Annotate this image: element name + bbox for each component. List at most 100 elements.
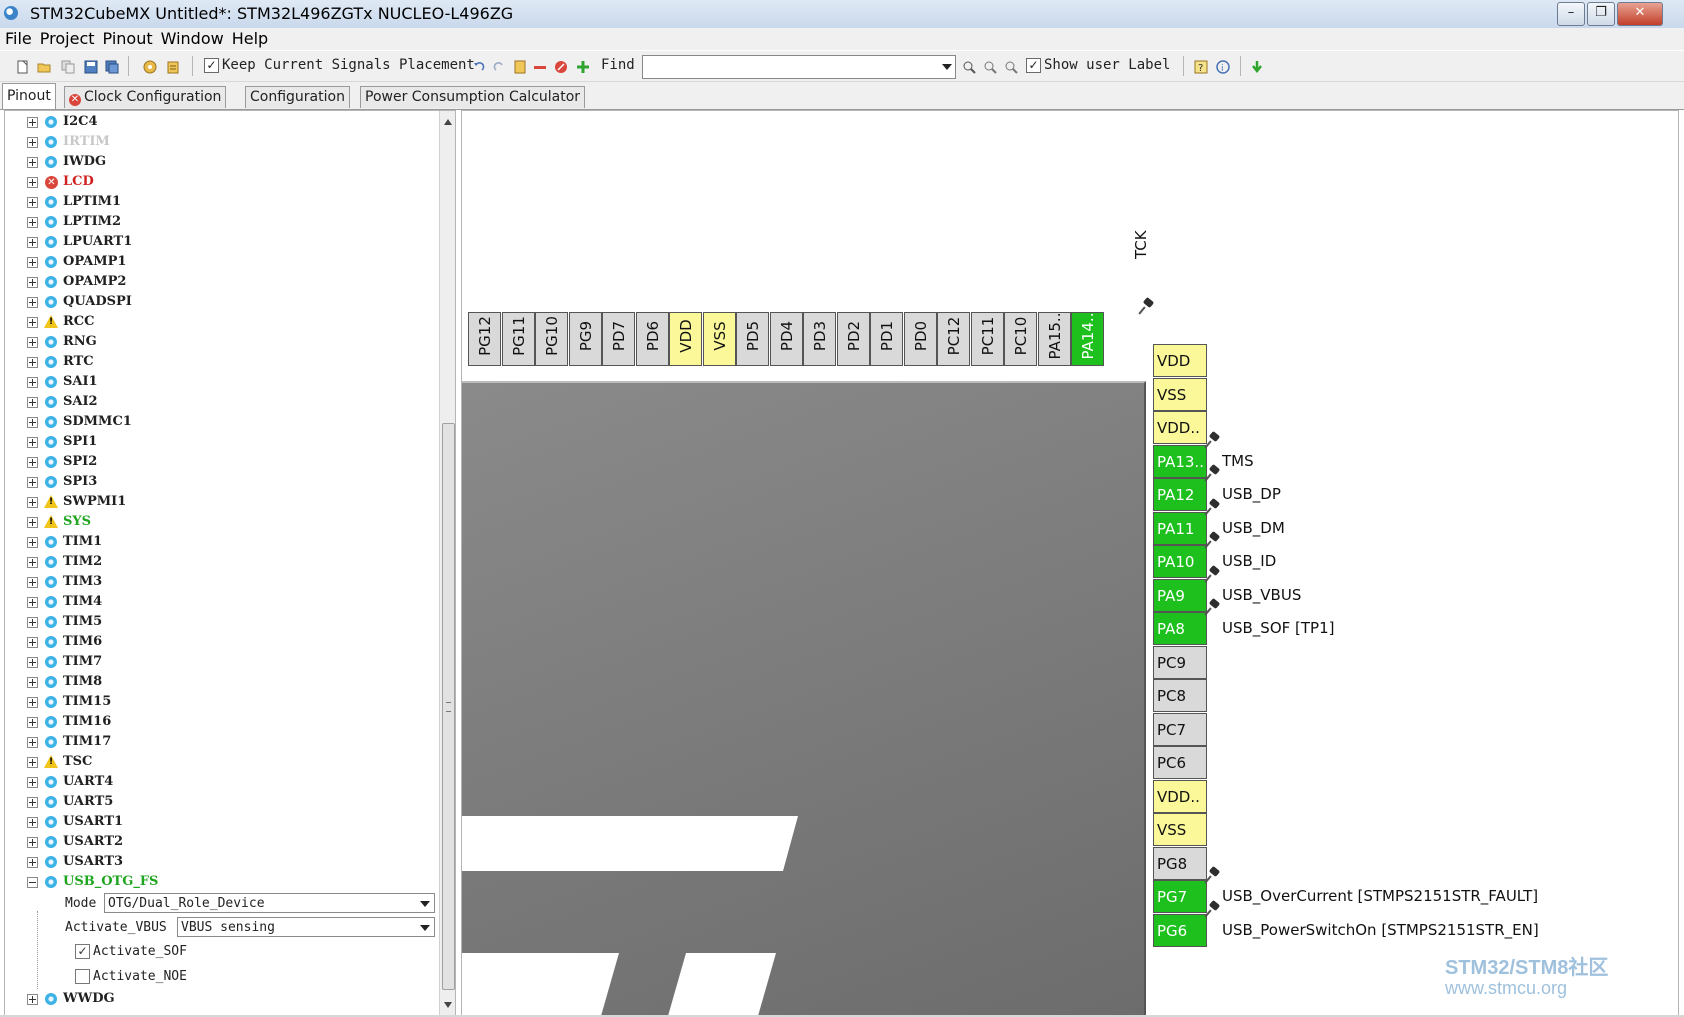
save-all-icon[interactable] <box>105 59 119 74</box>
zoom-in-icon[interactable] <box>983 59 997 74</box>
pin-right-vss[interactable]: VSS <box>1153 377 1207 411</box>
tree-scrollbar[interactable] <box>439 111 455 1016</box>
zoom-fit-icon[interactable] <box>962 59 976 74</box>
undo-icon[interactable] <box>472 59 486 73</box>
pin-top-pd2[interactable]: PD2 <box>836 312 870 366</box>
tree-item-lptim2[interactable]: LPTIM2 <box>5 213 437 233</box>
report-icon[interactable] <box>166 59 180 74</box>
tree-item-wwdg[interactable]: WWDG <box>5 990 437 1010</box>
expand-icon[interactable] <box>27 157 38 168</box>
copy-icon[interactable] <box>61 59 75 74</box>
expand-icon[interactable] <box>27 837 38 848</box>
pin-top-pg12[interactable]: PG12 <box>468 312 501 366</box>
tab-configuration[interactable]: Configuration <box>245 86 350 108</box>
pin-top-pd4[interactable]: PD4 <box>769 312 803 366</box>
expand-icon[interactable] <box>27 577 38 588</box>
expand-icon[interactable] <box>27 757 38 768</box>
tree-item-irtim[interactable]: IRTIM <box>5 133 437 153</box>
expand-icon[interactable] <box>27 337 38 348</box>
tree-item-spi3[interactable]: SPI3 <box>5 473 437 493</box>
pin-top-pg9[interactable]: PG9 <box>568 312 602 366</box>
tree-item-uart4[interactable]: UART4 <box>5 773 437 793</box>
tree-item-uart5[interactable]: UART5 <box>5 793 437 813</box>
pin-top-pc11[interactable]: PC11 <box>970 312 1004 366</box>
tree-item-usart2[interactable]: USART2 <box>5 833 437 853</box>
tab-clock-configuration[interactable]: ✕ Clock Configuration <box>64 86 227 108</box>
expand-icon[interactable] <box>27 457 38 468</box>
pin-right-pa13[interactable]: PA13.. <box>1153 444 1207 478</box>
expand-icon[interactable] <box>27 117 38 128</box>
close-button[interactable]: ✕ <box>1617 2 1663 26</box>
expand-icon[interactable] <box>27 617 38 628</box>
pin-top-pg11[interactable]: PG11 <box>501 312 535 366</box>
menu-file[interactable]: File <box>0 28 36 50</box>
expand-icon[interactable] <box>27 377 38 388</box>
open-folder-icon[interactable] <box>37 59 51 73</box>
pin-top-pa14[interactable]: PA14.. <box>1071 312 1104 366</box>
keep-signals-checkbox[interactable]: ✓ <box>204 58 219 73</box>
pin-right-pg8[interactable]: PG8 <box>1153 846 1207 880</box>
pin-right-pc6[interactable]: PC6 <box>1153 746 1207 779</box>
expand-icon[interactable] <box>27 417 38 428</box>
expand-icon[interactable] <box>27 237 38 248</box>
minimize-button[interactable]: – <box>1557 2 1585 26</box>
pin-right-pa11[interactable]: PA11 <box>1153 511 1207 545</box>
tree-item-tim2[interactable]: TIM2 <box>5 553 437 573</box>
expand-icon[interactable] <box>27 817 38 828</box>
expand-icon[interactable] <box>27 717 38 728</box>
activate-noe-checkbox[interactable] <box>75 969 90 984</box>
pin-top-pd0[interactable]: PD0 <box>903 312 937 366</box>
expand-icon[interactable] <box>27 697 38 708</box>
pin-right-vss[interactable]: VSS <box>1153 813 1207 846</box>
expand-icon[interactable] <box>27 397 38 408</box>
tree-item-rcc[interactable]: RCC <box>5 313 437 333</box>
tree-item-spi2[interactable]: SPI2 <box>5 453 437 473</box>
tree-item-tim5[interactable]: TIM5 <box>5 613 437 633</box>
minus-icon[interactable] <box>533 59 547 73</box>
pin-right-pc8[interactable]: PC8 <box>1153 679 1207 712</box>
tree-item-tsc[interactable]: TSC <box>5 753 437 773</box>
expand-icon[interactable] <box>27 317 38 328</box>
expand-icon[interactable] <box>27 657 38 668</box>
pin-top-pd1[interactable]: PD1 <box>870 312 903 366</box>
usb-vbus-select[interactable]: VBUS sensing <box>177 917 435 937</box>
expand-icon[interactable] <box>27 357 38 368</box>
clear-pinout-icon[interactable] <box>513 59 527 74</box>
tree-item-sys[interactable]: SYS <box>5 513 437 533</box>
expand-icon[interactable] <box>27 777 38 788</box>
pin-top-pd7[interactable]: PD7 <box>602 312 635 366</box>
tree-item-tim15[interactable]: TIM15 <box>5 693 437 713</box>
scrollbar-thumb[interactable] <box>442 423 455 990</box>
expand-icon[interactable] <box>27 517 38 528</box>
chevron-down-icon[interactable] <box>942 64 952 70</box>
tree-item-usb-otg-fs[interactable]: USB_OTG_FS <box>5 873 437 893</box>
expand-icon[interactable] <box>27 197 38 208</box>
tree-item-sdmmc1[interactable]: SDMMC1 <box>5 413 437 433</box>
tree-item-tim16[interactable]: TIM16 <box>5 713 437 733</box>
plus-icon[interactable] <box>576 59 590 73</box>
expand-icon[interactable] <box>27 297 38 308</box>
tree-item-spi1[interactable]: SPI1 <box>5 433 437 453</box>
pin-top-vss[interactable]: VSS <box>702 312 736 366</box>
maximize-button[interactable]: ❐ <box>1587 2 1615 26</box>
expand-icon[interactable] <box>27 177 38 188</box>
pin-right-pa10[interactable]: PA10 <box>1153 545 1207 578</box>
tree-item-tim7[interactable]: TIM7 <box>5 653 437 673</box>
pin-right-pc7[interactable]: PC7 <box>1153 712 1207 746</box>
pin-top-pa15[interactable]: PA15.. <box>1037 312 1071 366</box>
pin-right-pc9[interactable]: PC9 <box>1153 645 1207 679</box>
about-icon[interactable]: i <box>1216 59 1230 74</box>
chevron-down-icon[interactable] <box>420 925 430 931</box>
expand-icon[interactable] <box>27 857 38 868</box>
tree-item-sai1[interactable]: SAI1 <box>5 373 437 393</box>
tree-item-tim6[interactable]: TIM6 <box>5 633 437 653</box>
pin-right-pg6[interactable]: PG6 <box>1153 913 1207 947</box>
redo-icon[interactable] <box>492 59 506 73</box>
pin-right-pa12[interactable]: PA12 <box>1153 478 1207 511</box>
expand-icon[interactable] <box>27 477 38 488</box>
tree-item-lpuart1[interactable]: LPUART1 <box>5 233 437 253</box>
pin-right-pa8[interactable]: PA8 <box>1153 612 1207 645</box>
activate-sof-checkbox[interactable]: ✓ <box>75 944 90 959</box>
expand-icon[interactable] <box>27 497 38 508</box>
pin-right-vdd[interactable]: VDD <box>1153 344 1207 377</box>
